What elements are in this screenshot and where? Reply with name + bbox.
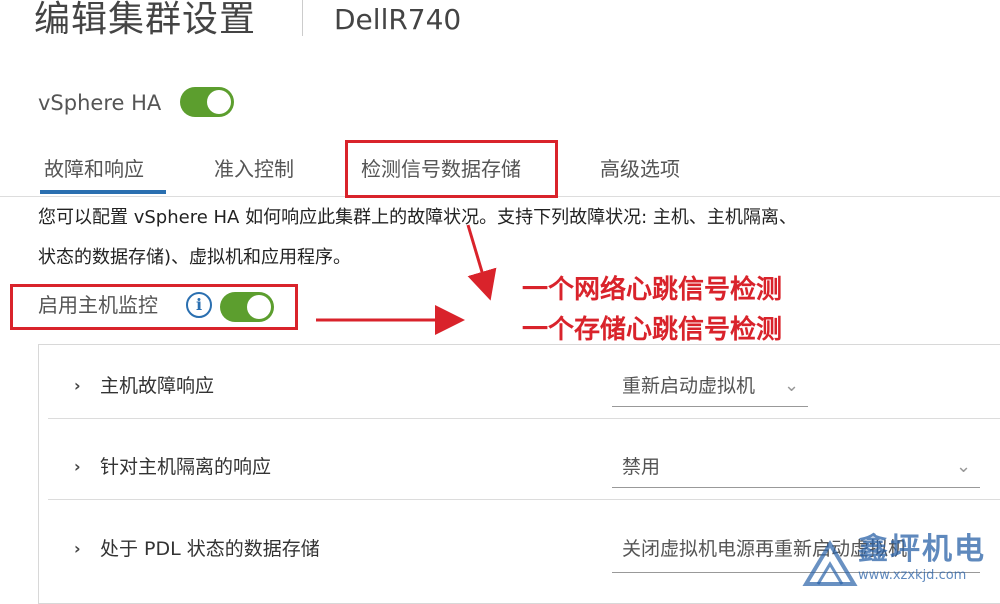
watermark-brand: 鑫坪机电 — [858, 532, 986, 567]
host-failure-select-value[interactable]: 重新启动虚拟机 — [622, 372, 755, 400]
row-host-isolation-label[interactable]: 针对主机隔离的响应 — [100, 453, 271, 481]
chevron-down-icon[interactable]: ⌄ — [784, 372, 799, 400]
watermark-url: www.xzxkjd.com — [858, 568, 967, 583]
chevron-right-icon[interactable]: › — [74, 453, 81, 481]
chevron-right-icon[interactable]: › — [74, 535, 81, 563]
row-pdl-datastore-label[interactable]: 处于 PDL 状态的数据存储 — [100, 535, 320, 563]
annotation-note-network: 一个网络心跳信号检测 — [522, 275, 783, 305]
chevron-right-icon[interactable]: › — [74, 372, 81, 400]
host-isolation-select-underline — [612, 487, 980, 488]
host-isolation-select-value[interactable]: 禁用 — [622, 453, 660, 481]
host-failure-select-underline — [612, 406, 808, 407]
row-divider — [48, 418, 1000, 419]
row-host-failure-label[interactable]: 主机故障响应 — [100, 372, 214, 400]
chevron-down-icon[interactable]: ⌄ — [956, 453, 971, 481]
annotation-note-storage: 一个存储心跳信号检测 — [522, 315, 783, 345]
arrow-down — [466, 224, 497, 301]
row-divider — [48, 499, 1000, 500]
